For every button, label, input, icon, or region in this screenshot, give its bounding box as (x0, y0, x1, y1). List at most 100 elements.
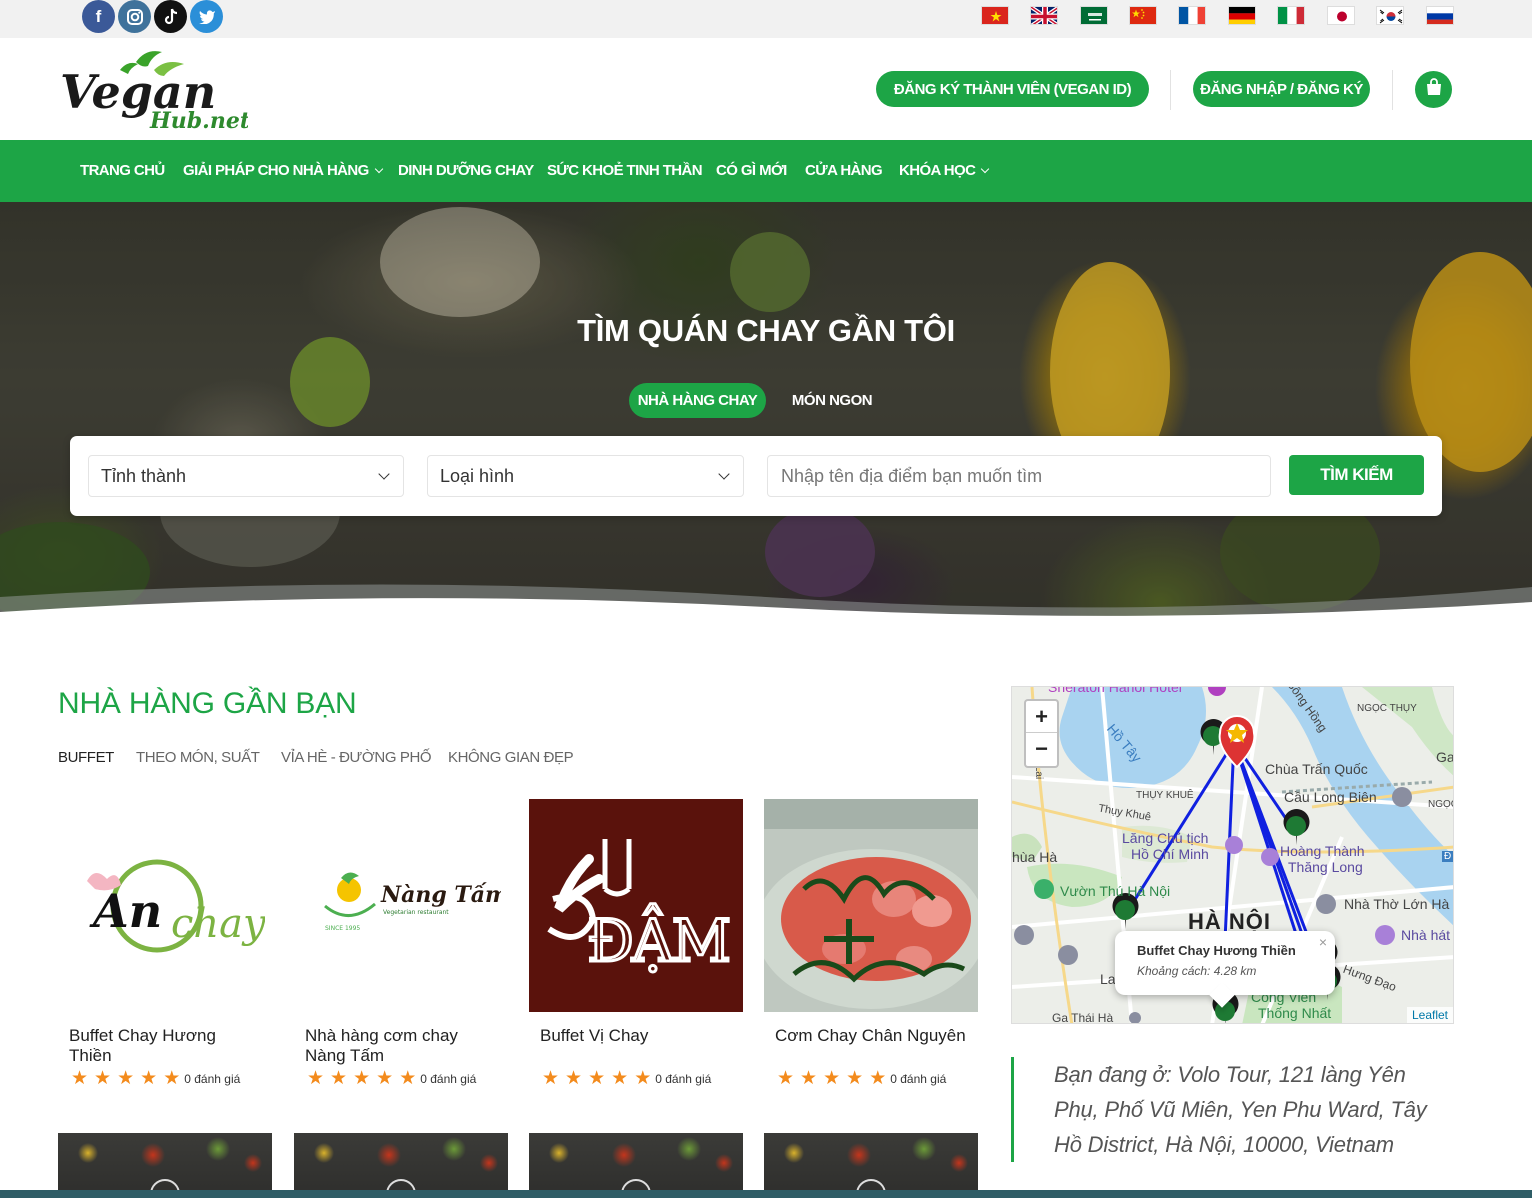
cart-button[interactable] (1415, 71, 1452, 108)
restaurant-card[interactable]: Cơm Chay Chân Nguyên ★ ★ ★ ★ ★ 0 đánh giá (764, 799, 978, 1088)
star-icon: ★ (307, 1068, 325, 1089)
flag-italy-icon[interactable] (1277, 6, 1305, 25)
star-icon: ★ (376, 1068, 394, 1089)
province-select[interactable]: Tỉnh thành (88, 455, 404, 497)
restaurant-card[interactable]: An chay Buffet Chay Hương Thiền ★ ★ ★ ★ ★ 0 … (58, 799, 272, 1088)
restaurant-logo: An chay (58, 799, 272, 1012)
header-divider (1170, 70, 1171, 110)
map-label: La (1100, 971, 1116, 987)
restaurant-card-placeholder[interactable] (764, 1133, 978, 1198)
nav-label: CỬA HÀNG (805, 162, 883, 179)
tab-vegan-restaurants[interactable]: NHÀ HÀNG CHAY (629, 383, 766, 418)
restaurant-name[interactable]: Buffet Vị Chay (540, 1026, 732, 1066)
type-select[interactable]: Loại hình (427, 455, 744, 497)
map-label: Ga (1436, 749, 1454, 765)
flag-vietnam-icon[interactable] (981, 6, 1009, 25)
star-icon: ★ (163, 1068, 181, 1089)
map-label: Ga Thái Hà (1052, 1011, 1114, 1024)
restaurant-logo: SINCE 1995 Nàng Tấm Vegetarian restauran… (294, 799, 508, 1012)
star-icon: ★ (869, 1068, 887, 1089)
star-icon: ★ (565, 1068, 583, 1089)
star-icon: ★ (800, 1068, 818, 1089)
filter-nice-space[interactable]: KHÔNG GIAN ĐẸP (448, 749, 574, 766)
logo-since-text: SINCE 1995 (325, 925, 360, 932)
rating-stars: ★ ★ ★ ★ ★ 0 đánh giá (542, 1069, 711, 1088)
filter-buffet[interactable]: BUFFET (58, 749, 114, 766)
instagram-icon[interactable] (118, 0, 151, 33)
restaurant-name[interactable]: Buffet Chay Hương Thiền (69, 1026, 261, 1066)
restaurant-card-placeholder[interactable] (58, 1133, 272, 1198)
login-register-button[interactable]: ĐĂNG NHẬP / ĐĂNG KÝ (1193, 71, 1370, 107)
map-popup: Buffet Chay Hương Thiền Khoảng cách: 4.2… (1115, 931, 1335, 995)
section-title: NHÀ HÀNG GẦN BẠN (58, 687, 357, 720)
search-button[interactable]: TÌM KIẾM (1289, 455, 1424, 495)
filter-by-dish[interactable]: THEO MÓN, SUẤT (136, 749, 260, 766)
flag-china-icon[interactable] (1129, 6, 1157, 25)
leaflet-attribution-link[interactable]: Leaflet (1406, 1007, 1453, 1023)
star-icon: ★ (399, 1068, 417, 1089)
current-location-text: Bạn đang ở: Volo Tour, 121 làng Yên Phụ,… (1054, 1062, 1427, 1157)
nav-shop[interactable]: CỬA HÀNG (805, 162, 883, 179)
site-header: Vegan Hub.net ĐĂNG KÝ THÀNH VIÊN (VEGAN … (0, 38, 1532, 140)
restaurant-logo: ĐẬM (529, 799, 743, 1012)
star-icon: ★ (846, 1068, 864, 1089)
svg-text:Nàng Tấm: Nàng Tấm (380, 882, 501, 908)
map-label: Hồ Chí Minh (1131, 846, 1209, 862)
review-count: 0 đánh giá (184, 1071, 241, 1086)
nav-label: KHÓA HỌC (899, 162, 976, 179)
nav-mental-health[interactable]: SỨC KHOẺ TINH THẦN (547, 162, 703, 179)
restaurant-name[interactable]: Nhà hàng cơm chay Nàng Tấm (305, 1026, 497, 1066)
nav-courses[interactable]: KHÓA HỌC (899, 162, 990, 179)
tiktok-icon[interactable] (154, 0, 187, 33)
tab-tasty-dishes[interactable]: MÓN NGON (781, 383, 883, 418)
flag-russia-icon[interactable] (1426, 6, 1454, 25)
close-icon[interactable]: × (1319, 934, 1327, 950)
footer-strip (0, 1190, 1532, 1198)
map-label: Nhà hát (1401, 927, 1451, 943)
restaurant-card-placeholder[interactable] (529, 1133, 743, 1198)
filter-street[interactable]: VỈA HÈ - ĐƯỜNG PHỐ (281, 749, 432, 766)
map-label: Chùa Trấn Quốc (1265, 761, 1368, 777)
restaurant-card[interactable]: ĐẬM Buffet Vị Chay ★ ★ ★ ★ ★ 0 đánh giá (529, 799, 743, 1088)
nav-vegan-nutrition[interactable]: DINH DƯỠNG CHAY (398, 162, 534, 179)
restaurant-map[interactable]: Sheraton Hanoi Hotel Sông Hồng NGỌC THỤY… (1011, 686, 1454, 1024)
flag-uk-icon[interactable] (1030, 6, 1058, 25)
twitter-icon[interactable] (190, 0, 223, 33)
nav-whats-new[interactable]: CÓ GÌ MỚI (716, 162, 787, 179)
flag-japan-icon[interactable] (1327, 6, 1355, 25)
place-search-input[interactable] (767, 455, 1271, 497)
flag-korea-icon[interactable] (1376, 6, 1404, 25)
star-icon: ★ (353, 1068, 371, 1089)
province-select-value: Tỉnh thành (101, 465, 187, 486)
map-label: Đ (1442, 851, 1453, 862)
review-count: 0 đánh giá (420, 1071, 477, 1086)
nav-label: GIẢI PHÁP CHO NHÀ HÀNG (183, 162, 369, 179)
review-count: 0 đánh giá (655, 1071, 712, 1086)
facebook-icon[interactable]: f (82, 0, 115, 33)
nav-home[interactable]: TRANG CHỦ (80, 162, 165, 179)
restaurant-name[interactable]: Cơm Chay Chân Nguyên (775, 1026, 967, 1066)
map-label: Cầu Long Biên (1284, 789, 1377, 805)
review-count: 0 đánh giá (890, 1071, 947, 1086)
restaurant-card[interactable]: SINCE 1995 Nàng Tấm Vegetarian restauran… (294, 799, 508, 1088)
rating-stars: ★ ★ ★ ★ ★ 0 đánh giá (307, 1069, 476, 1088)
vegan-hub-logo[interactable]: Vegan Hub.net (58, 46, 250, 134)
bag-icon (1425, 78, 1443, 101)
register-member-button[interactable]: ĐĂNG KÝ THÀNH VIÊN (VEGAN ID) (876, 71, 1149, 107)
restaurant-photo (764, 799, 978, 1012)
flag-saudi-icon[interactable] (1080, 6, 1108, 25)
rating-stars: ★ ★ ★ ★ ★ 0 đánh giá (777, 1069, 946, 1088)
map-zoom-control: + − (1024, 699, 1059, 768)
hero-title: TÌM QUÁN CHAY GẦN TÔI (577, 313, 955, 348)
zoom-in-button[interactable]: + (1026, 701, 1057, 733)
flag-germany-icon[interactable] (1228, 6, 1256, 25)
restaurant-card-placeholder[interactable] (294, 1133, 508, 1198)
flag-france-icon[interactable] (1178, 6, 1206, 25)
map-label: NGỌC (1428, 799, 1453, 810)
nav-restaurant-solutions[interactable]: GIẢI PHÁP CHO NHÀ HÀNG (183, 162, 383, 179)
map-label: Hoàng Thành (1280, 843, 1365, 859)
popup-title[interactable]: Buffet Chay Hương Thiền (1137, 943, 1335, 958)
star-icon: ★ (140, 1068, 158, 1089)
chevron-down-icon (981, 164, 990, 174)
zoom-out-button[interactable]: − (1026, 733, 1057, 765)
